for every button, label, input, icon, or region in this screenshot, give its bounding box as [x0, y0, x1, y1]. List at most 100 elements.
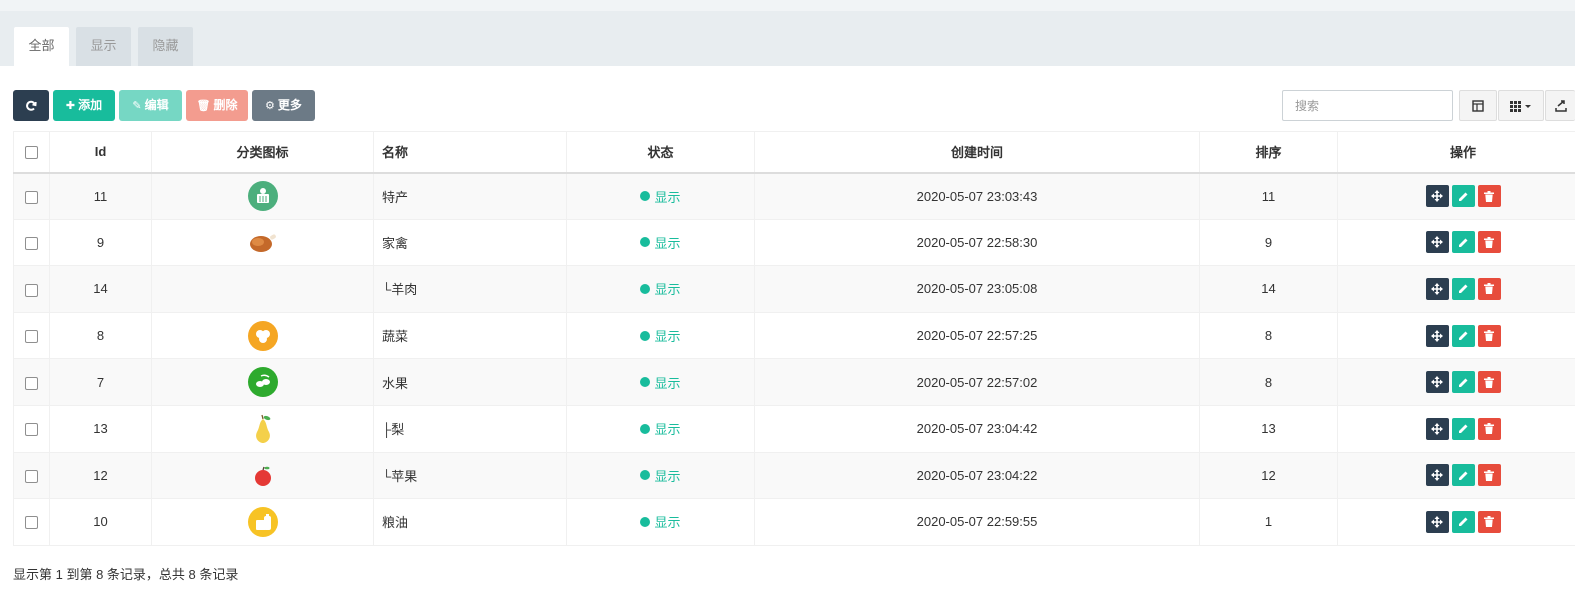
row-sort: 8 — [1199, 311, 1338, 360]
row-status-cell: 显示 — [566, 451, 755, 500]
search-input[interactable] — [1282, 90, 1453, 121]
table-row[interactable]: 11 特产 显示 2020-05-07 23:03:43 11 — [13, 172, 1575, 220]
status-badge[interactable]: 显示 — [640, 419, 681, 438]
pencil-icon: ✎ — [132, 100, 142, 112]
table-row[interactable]: 8 蔬菜 显示 2020-05-07 22:57:25 8 — [13, 311, 1575, 360]
row-name: 水果 — [373, 358, 567, 406]
status-dot-icon — [640, 516, 651, 527]
table-row[interactable]: 13 ├梨 显示 2020-05-07 23:04:42 13 — [13, 404, 1575, 453]
row-ops-cell — [1337, 218, 1575, 267]
row-delete-button[interactable] — [1477, 417, 1501, 440]
add-button[interactable]: ✚ 添加 — [53, 90, 115, 121]
table-row[interactable]: 7 水果 显示 2020-05-07 22:57:02 8 — [13, 358, 1575, 406]
move-arrows-icon — [1431, 469, 1443, 482]
drag-sort-button[interactable] — [1425, 231, 1449, 254]
drag-sort-button[interactable] — [1425, 324, 1449, 347]
table-row[interactable]: 14 └羊肉 显示 2020-05-07 23:05:08 14 — [13, 265, 1575, 313]
delete-button[interactable]: 🗑 删除 — [186, 90, 248, 121]
row-checkbox-cell — [13, 311, 50, 360]
status-dot-icon — [640, 423, 651, 434]
row-delete-button[interactable] — [1477, 277, 1501, 300]
drag-sort-button[interactable] — [1425, 417, 1449, 440]
row-checkbox[interactable] — [25, 516, 38, 530]
row-status-cell: 显示 — [566, 265, 755, 313]
trash-icon — [1484, 516, 1494, 528]
row-name: ├梨 — [373, 404, 567, 453]
row-checkbox[interactable] — [25, 376, 38, 390]
row-checkbox-cell — [13, 172, 50, 220]
row-edit-button[interactable] — [1451, 464, 1475, 487]
row-delete-button[interactable] — [1477, 510, 1501, 533]
tab-visible[interactable]: 显示 — [76, 27, 131, 66]
export-button[interactable] — [1545, 90, 1575, 121]
row-checkbox[interactable] — [25, 423, 38, 437]
row-delete-button[interactable] — [1477, 185, 1501, 208]
columns-button[interactable] — [1498, 90, 1544, 121]
row-edit-button[interactable] — [1451, 417, 1475, 440]
row-edit-button[interactable] — [1451, 231, 1475, 254]
drag-sort-button[interactable] — [1425, 464, 1449, 487]
vegetable-icon — [247, 320, 279, 351]
status-badge[interactable]: 显示 — [640, 326, 681, 345]
status-badge[interactable]: 显示 — [640, 233, 681, 252]
pencil-icon — [1458, 192, 1467, 201]
tab-hidden[interactable]: 隐藏 — [138, 27, 193, 66]
drag-sort-button[interactable] — [1425, 510, 1449, 533]
row-checkbox-cell — [13, 451, 50, 500]
status-badge[interactable]: 显示 — [640, 512, 681, 531]
table-row[interactable]: 12 └苹果 显示 2020-05-07 23:04:22 12 — [13, 451, 1575, 500]
row-edit-button[interactable] — [1451, 185, 1475, 208]
status-badge[interactable]: 显示 — [640, 187, 681, 206]
refresh-button[interactable] — [13, 90, 49, 121]
trash-icon — [1484, 376, 1494, 388]
row-category-icon — [151, 311, 374, 360]
row-checkbox[interactable] — [25, 283, 38, 297]
grain-oil-icon — [247, 506, 279, 537]
row-checkbox-cell — [13, 358, 50, 406]
row-delete-button[interactable] — [1477, 231, 1501, 254]
table-header-row: Id 分类图标 名称 状态 创建时间 排序 操作 — [13, 131, 1575, 174]
table-row[interactable]: 9 家禽 显示 2020-05-07 22:58:30 9 — [13, 218, 1575, 267]
status-label: 显示 — [654, 189, 681, 205]
select-all-checkbox[interactable] — [25, 146, 38, 160]
header-status: 状态 — [566, 131, 755, 174]
header-id[interactable]: Id — [49, 131, 152, 174]
edit-button[interactable]: ✎ 编辑 — [119, 90, 182, 121]
toggle-view-button[interactable] — [1459, 90, 1497, 121]
row-checkbox[interactable] — [25, 330, 38, 344]
pencil-icon — [1458, 424, 1467, 434]
row-category-icon — [151, 498, 374, 546]
row-status-cell: 显示 — [566, 404, 755, 453]
row-edit-button[interactable] — [1451, 371, 1475, 394]
drag-sort-button[interactable] — [1425, 185, 1449, 208]
export-icon — [1554, 99, 1567, 112]
status-dot-icon — [640, 470, 651, 481]
drag-sort-button[interactable] — [1425, 277, 1449, 300]
row-checkbox[interactable] — [25, 236, 38, 250]
more-button[interactable]: ⚙ 更多 — [252, 90, 315, 121]
trash-icon — [1484, 469, 1494, 481]
status-badge[interactable]: 显示 — [640, 279, 681, 298]
row-sort: 13 — [1199, 404, 1338, 453]
row-checkbox[interactable] — [25, 469, 38, 483]
row-delete-button[interactable] — [1477, 371, 1501, 394]
row-edit-button[interactable] — [1451, 510, 1475, 533]
row-checkbox[interactable] — [25, 190, 38, 204]
table-row[interactable]: 10 粮油 显示 2020-05-07 22:59:55 1 — [13, 498, 1575, 546]
row-category-icon — [151, 451, 374, 500]
status-badge[interactable]: 显示 — [640, 466, 681, 485]
row-name: └苹果 — [373, 451, 567, 500]
status-dot-icon — [640, 191, 651, 202]
row-delete-button[interactable] — [1477, 324, 1501, 347]
row-edit-button[interactable] — [1451, 277, 1475, 300]
move-arrows-icon — [1431, 376, 1443, 389]
row-delete-button[interactable] — [1477, 464, 1501, 487]
header-name: 名称 — [373, 131, 567, 174]
drag-sort-button[interactable] — [1425, 371, 1449, 394]
status-badge[interactable]: 显示 — [640, 373, 681, 392]
delete-label: 删除 — [213, 98, 238, 112]
row-edit-button[interactable] — [1451, 324, 1475, 347]
status-dot-icon — [640, 237, 651, 248]
tab-all[interactable]: 全部 — [14, 27, 69, 66]
move-arrows-icon — [1431, 190, 1443, 203]
